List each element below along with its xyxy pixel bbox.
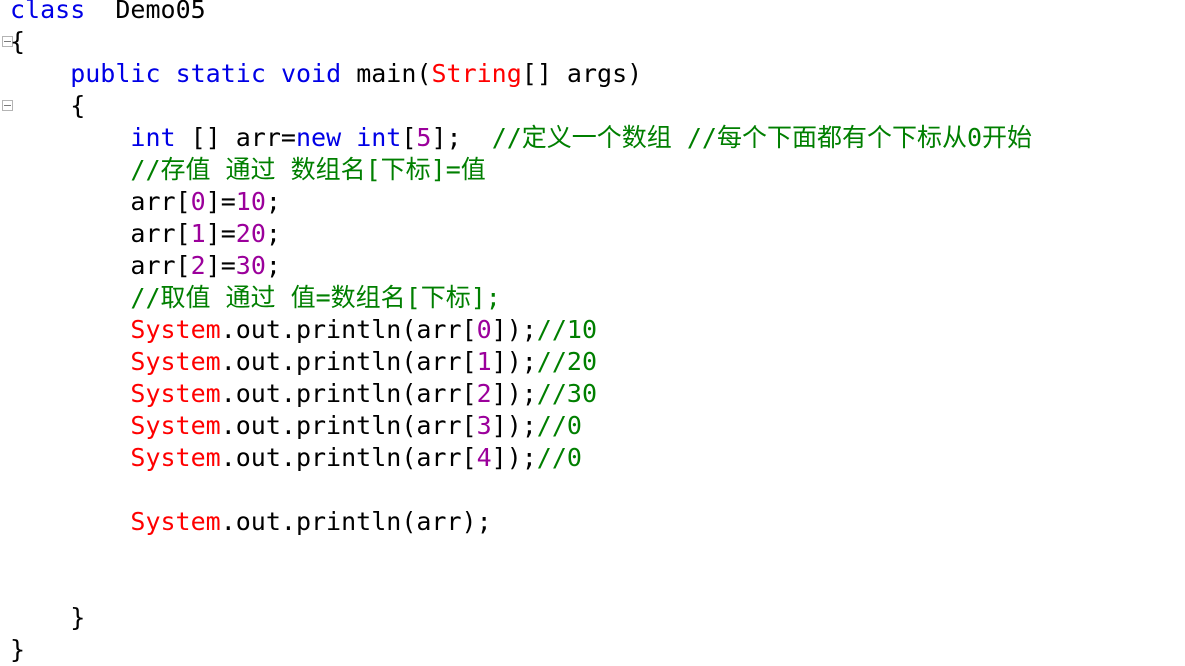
code-line: arr[2]=30; <box>130 250 281 282</box>
code-token: .out.println(arr[ <box>220 379 477 408</box>
code-line: arr[1]=20; <box>130 218 281 250</box>
code-token: { <box>10 27 26 56</box>
code-token: 30 <box>235 251 266 280</box>
code-token: ]; <box>431 123 492 152</box>
code-token: 3 <box>476 411 492 440</box>
code-token: ; <box>265 251 281 280</box>
code-token: ]= <box>205 251 236 280</box>
code-token: System <box>130 347 221 376</box>
code-token: String <box>431 59 522 88</box>
code-token: ; <box>265 219 281 248</box>
code-token: class <box>10 0 86 24</box>
code-token: //取值 通过 值=数组名[下标]; <box>130 283 501 312</box>
code-token: System <box>130 443 221 472</box>
code-token: public <box>70 59 161 88</box>
code-token: //定义一个数组 //每个下面都有个下标从0开始 <box>491 123 1032 152</box>
code-token: ]= <box>205 187 236 216</box>
code-token: } <box>10 635 26 664</box>
code-token: ]); <box>491 443 537 472</box>
code-token: System <box>130 507 221 536</box>
code-token: 20 <box>235 219 266 248</box>
code-line: System.out.println(arr[0]);//10 <box>130 314 597 346</box>
code-token: main( <box>341 59 432 88</box>
code-token: //0 <box>536 411 582 440</box>
code-token: ]); <box>491 379 537 408</box>
code-token: 2 <box>476 379 492 408</box>
code-token: static <box>175 59 266 88</box>
code-line: System.out.println(arr[2]);//30 <box>130 378 597 410</box>
code-token: System <box>130 315 221 344</box>
code-token: ]); <box>491 315 537 344</box>
code-token: arr[ <box>130 187 191 216</box>
code-line: arr[0]=10; <box>130 186 281 218</box>
code-token: ]); <box>491 347 537 376</box>
code-line: class Demo05 <box>10 0 206 26</box>
code-token: System <box>130 379 221 408</box>
code-token: int <box>130 123 176 152</box>
code-token: 10 <box>235 187 266 216</box>
code-token: 5 <box>416 123 432 152</box>
code-token: 4 <box>476 443 492 472</box>
code-line: public static void main(String[] args) <box>70 58 642 90</box>
code-token: 0 <box>476 315 492 344</box>
code-token: .out.println(arr[ <box>220 347 477 376</box>
code-token: ]); <box>491 411 537 440</box>
code-token: System <box>130 411 221 440</box>
code-token: [] arr= <box>175 123 296 152</box>
code-token: ; <box>265 187 281 216</box>
code-line: //存值 通过 数组名[下标]=值 <box>130 154 485 186</box>
code-line: } <box>70 602 85 634</box>
code-token: } <box>70 603 86 632</box>
code-token: int <box>356 123 402 152</box>
code-token: .out.println(arr[ <box>220 443 477 472</box>
code-token: [ <box>401 123 417 152</box>
code-line: System.out.println(arr[1]);//20 <box>130 346 597 378</box>
code-token: Demo05 <box>115 0 206 24</box>
code-line: { <box>10 26 25 58</box>
code-line: } <box>10 634 25 666</box>
code-token: //0 <box>536 443 582 472</box>
code-token: { <box>70 91 86 120</box>
code-token: 0 <box>190 187 206 216</box>
code-token: .out.println(arr); <box>220 507 492 536</box>
code-token: //20 <box>536 347 598 376</box>
code-token: 1 <box>476 347 492 376</box>
code-token: arr[ <box>130 219 191 248</box>
code-editor[interactable]: class Demo05{public static void main(Str… <box>0 0 1185 666</box>
code-token: //存值 通过 数组名[下标]=值 <box>130 155 486 184</box>
code-line: System.out.println(arr[3]);//0 <box>130 410 582 442</box>
code-token: arr[ <box>130 251 191 280</box>
code-line: { <box>70 90 85 122</box>
code-token: void <box>280 59 342 88</box>
code-token: 2 <box>190 251 206 280</box>
code-token: 1 <box>190 219 206 248</box>
code-token: ]= <box>205 219 236 248</box>
code-token: //10 <box>536 315 598 344</box>
code-text-area[interactable]: class Demo05{public static void main(Str… <box>0 0 1185 666</box>
code-line: int [] arr=new int[5]; //定义一个数组 //每个下面都有… <box>130 122 1032 154</box>
code-line: System.out.println(arr); <box>130 506 491 538</box>
code-line: System.out.println(arr[4]);//0 <box>130 442 582 474</box>
code-token: .out.println(arr[ <box>220 411 477 440</box>
code-token: [] args) <box>521 59 643 88</box>
code-token: //30 <box>536 379 598 408</box>
code-token: .out.println(arr[ <box>220 315 477 344</box>
code-line: //取值 通过 值=数组名[下标]; <box>130 282 500 314</box>
code-token: new <box>295 123 342 152</box>
